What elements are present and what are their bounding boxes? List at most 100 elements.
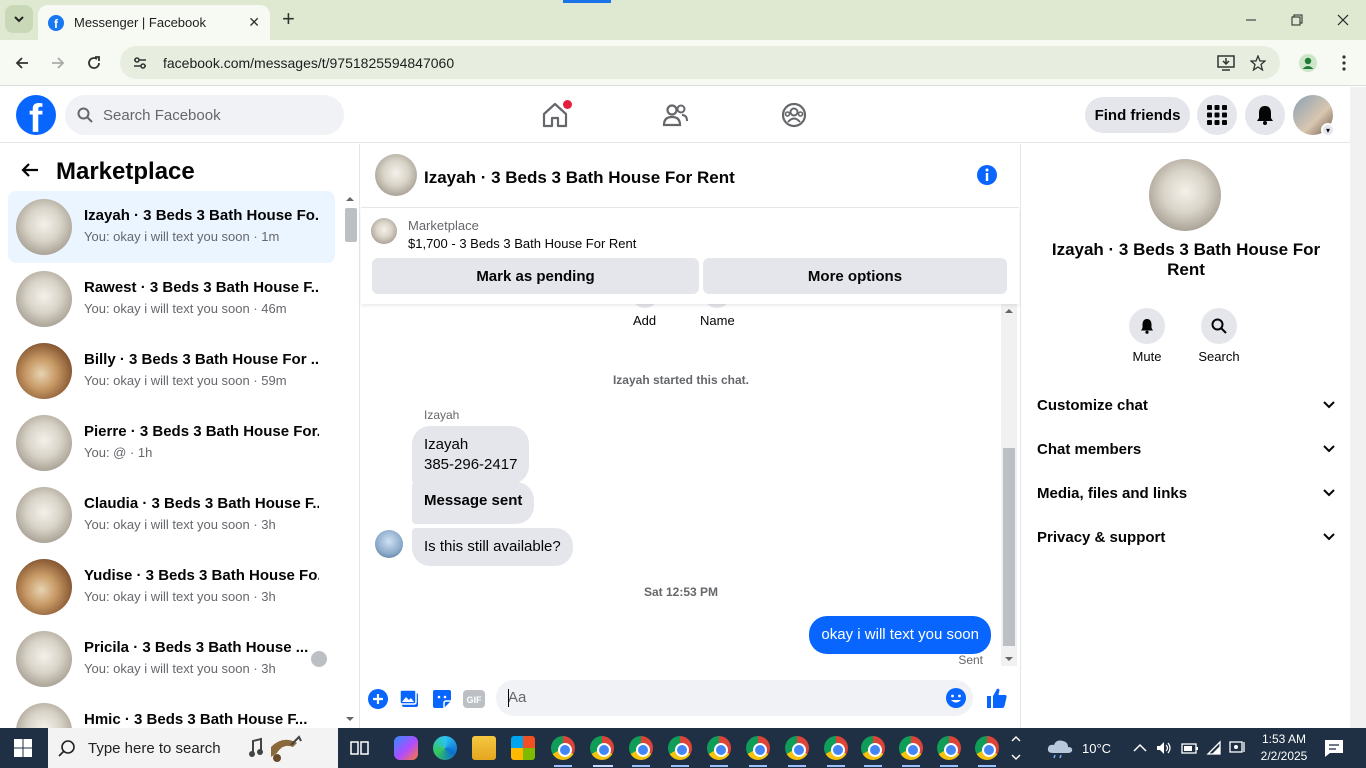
file-explorer-icon[interactable] — [472, 736, 496, 760]
conversation-item[interactable]: Izayah · 3 Beds 3 Bath House Fo... You: … — [8, 191, 335, 263]
volume-icon[interactable] — [1156, 741, 1172, 755]
chevron-down-icon — [14, 16, 24, 23]
sender-name: Izayah — [424, 408, 460, 422]
page-scrollbar[interactable] — [1350, 87, 1366, 728]
chrome-icon[interactable] — [629, 736, 653, 760]
listing-price[interactable]: $1,700 - 3 Beds 3 Bath House For Rent — [408, 236, 636, 251]
forward-button[interactable] — [46, 51, 70, 75]
message-bubble-in[interactable]: Izayah 385-296-2417 — [412, 426, 530, 484]
customize-chat-section[interactable]: Customize chat — [1037, 387, 1335, 423]
add-action-circle[interactable] — [631, 304, 659, 308]
info-icon[interactable] — [976, 164, 998, 186]
sticker-icon[interactable] — [431, 688, 453, 710]
chevron-up-icon[interactable] — [1133, 743, 1147, 753]
profile-avatar[interactable] — [1149, 159, 1221, 231]
message-bubble-in[interactable]: Message sent — [412, 482, 535, 524]
mark-as-pending-button[interactable]: Mark as pending — [372, 258, 699, 294]
marketplace-label: Marketplace — [408, 218, 479, 233]
conversation-list-scrollbar[interactable] — [343, 194, 357, 724]
star-icon — [1250, 55, 1266, 71]
chrome-icon[interactable] — [824, 736, 848, 760]
notification-center-icon[interactable] — [1324, 739, 1344, 757]
emoji-icon[interactable] — [945, 687, 967, 709]
name-action-circle[interactable] — [703, 304, 731, 308]
chrome-icon[interactable] — [707, 736, 731, 760]
conversation-item[interactable]: Yudise · 3 Beds 3 Bath House Fo... You: … — [8, 551, 335, 623]
cloud-rain-icon — [1047, 740, 1073, 759]
edge-icon[interactable] — [433, 736, 457, 760]
chat-members-section[interactable]: Chat members — [1037, 431, 1335, 467]
message-bubble-out[interactable]: okay i will text you soon — [809, 616, 991, 654]
find-friends-button[interactable]: Find friends — [1085, 97, 1190, 133]
chrome-icon[interactable] — [899, 736, 923, 760]
facebook-logo-icon[interactable]: f — [16, 95, 56, 135]
arrow-left-icon[interactable] — [20, 162, 40, 178]
install-app-button[interactable] — [1214, 51, 1238, 75]
conversation-item[interactable]: Pricila · 3 Beds 3 Bath House ... You: o… — [8, 623, 335, 695]
scrollbar-thumb[interactable] — [1003, 448, 1015, 646]
more-options-button[interactable]: More options — [703, 258, 1007, 294]
back-button[interactable] — [10, 51, 34, 75]
scrollbar-thumb[interactable] — [345, 208, 357, 242]
close-window-button[interactable] — [1328, 8, 1358, 32]
chrome-icon[interactable] — [668, 736, 692, 760]
media-files-links-section[interactable]: Media, files and links — [1037, 475, 1335, 511]
friends-icon[interactable] — [661, 101, 689, 129]
groups-icon[interactable] — [780, 101, 808, 129]
weather-widget[interactable]: 10°C — [1046, 728, 1111, 768]
chrome-icon[interactable] — [551, 736, 575, 760]
listing-thumbnail[interactable] — [371, 218, 397, 244]
tab-close-icon[interactable]: ✕ — [248, 14, 260, 31]
bookmark-button[interactable] — [1246, 51, 1270, 75]
notifications-button[interactable] — [1245, 95, 1285, 135]
photo-icon[interactable] — [399, 688, 421, 710]
privacy-support-section[interactable]: Privacy & support — [1037, 519, 1335, 555]
battery-icon[interactable] — [1181, 741, 1199, 755]
like-thumb-icon[interactable] — [985, 686, 1009, 710]
system-clock[interactable]: 1:53 AM 2/2/2025 — [1252, 731, 1316, 765]
task-view-icon[interactable] — [350, 739, 370, 757]
tab-search-button[interactable] — [5, 5, 33, 33]
chat-title[interactable]: Izayah · 3 Beds 3 Bath House For Rent — [424, 168, 735, 188]
reload-button[interactable] — [82, 51, 106, 75]
windows-start-icon[interactable] — [14, 739, 32, 757]
address-bar[interactable]: facebook.com/messages/t/9751825594847060 — [120, 46, 1280, 79]
menu-button[interactable] — [1197, 95, 1237, 135]
message-input[interactable]: Aa — [496, 680, 973, 716]
chrome-icon[interactable] — [590, 736, 614, 760]
chrome-icon[interactable] — [785, 736, 809, 760]
new-tab-button[interactable]: + — [282, 8, 295, 30]
conversation-item[interactable]: Claudia · 3 Beds 3 Bath House F... You: … — [8, 479, 335, 551]
account-avatar[interactable]: ▾ — [1293, 95, 1335, 137]
taskbar-scroll-icon[interactable] — [1010, 732, 1022, 764]
chrome-icon[interactable] — [861, 736, 885, 760]
message-bubble-in[interactable]: Is this still available? — [412, 528, 573, 566]
wifi-icon[interactable] — [1206, 740, 1222, 756]
plus-circle-icon[interactable] — [367, 688, 389, 710]
chat-avatar[interactable] — [375, 154, 417, 196]
conversation-item[interactable]: Billy · 3 Beds 3 Bath House For ... You:… — [8, 335, 335, 407]
gif-icon[interactable]: GIF — [462, 688, 486, 710]
browser-menu-button[interactable] — [1332, 51, 1356, 75]
chrome-icon[interactable] — [937, 736, 961, 760]
mute-button[interactable] — [1129, 308, 1165, 344]
sender-avatar[interactable] — [375, 530, 403, 558]
browser-tab-active[interactable]: f Messenger | Facebook ✕ — [38, 5, 270, 40]
search-conversation-button[interactable] — [1201, 308, 1237, 344]
conversation-name: Izayah · 3 Beds 3 Bath House Fo... — [84, 207, 319, 224]
microsoft-store-icon[interactable] — [511, 736, 535, 760]
facebook-search-input[interactable]: Search Facebook — [65, 95, 344, 135]
restore-button[interactable] — [1282, 8, 1312, 32]
conversation-item[interactable]: Hmic · 3 Beds 3 Bath House F... — [8, 695, 335, 728]
chrome-icon[interactable] — [746, 736, 770, 760]
read-receipt-avatar — [311, 651, 327, 667]
message-list-scrollbar[interactable] — [1001, 304, 1017, 666]
taskbar-search-input[interactable]: Type here to search — [48, 728, 338, 768]
conversation-item[interactable]: Pierre · 3 Beds 3 Bath House For... You:… — [8, 407, 335, 479]
profile-button[interactable] — [1296, 51, 1320, 75]
display-icon[interactable] — [1229, 740, 1245, 756]
copilot-icon[interactable] — [394, 736, 418, 760]
conversation-item[interactable]: Rawest · 3 Beds 3 Bath House F... You: o… — [8, 263, 335, 335]
chrome-icon[interactable] — [975, 736, 999, 760]
minimize-button[interactable] — [1236, 8, 1266, 32]
